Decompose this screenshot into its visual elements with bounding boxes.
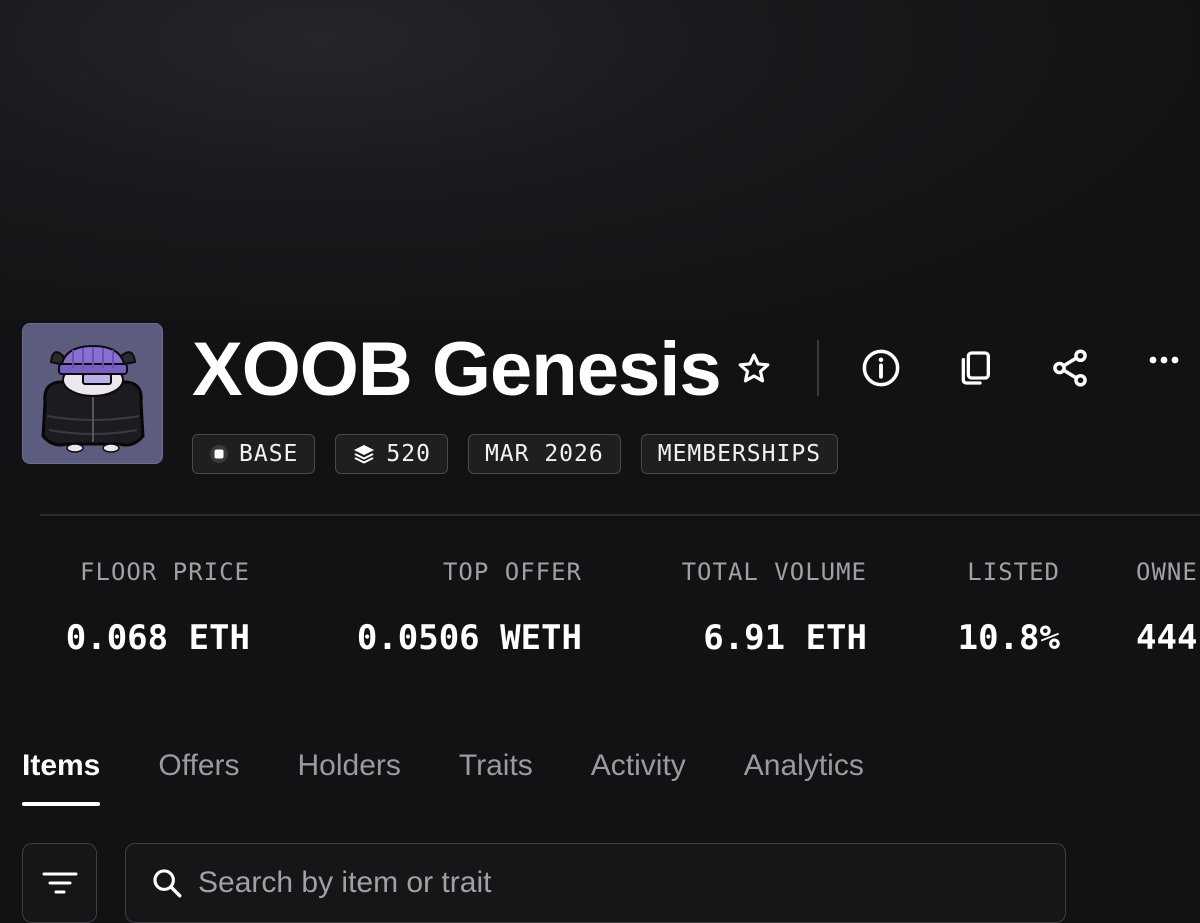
chain-icon [209,444,229,464]
share-button[interactable] [1046,344,1094,392]
stat-owners: OWNE 444 [1136,556,1198,658]
tab-offers[interactable]: Offers [158,740,239,792]
section-divider [40,514,1200,516]
items-count-chip[interactable]: 520 [335,434,448,474]
stat-value: 0.068 ETH [65,618,250,658]
more-icon [1149,356,1179,364]
search-box[interactable] [125,843,1066,923]
collection-banner [0,0,1200,320]
stat-top-offer: TOP OFFER 0.0506 WETH [357,556,582,658]
stat-label: OWNE [1136,558,1198,586]
collection-chips: BASE 520 MAR 2026 MEMBERSHIPS [192,434,839,474]
share-icon [1053,349,1087,387]
stat-value: 0.0506 WETH [356,618,582,658]
action-divider [817,340,819,396]
stat-listed: LISTED 10.8% [958,556,1060,658]
more-button[interactable] [1140,336,1188,384]
stat-total-volume: TOTAL VOLUME 6.91 ETH [682,556,867,658]
collection-title: XOOB Genesis [192,327,722,412]
stat-value: 10.8% [957,618,1060,658]
category-chip-label: MEMBERSHIPS [657,441,822,467]
copy-button[interactable] [951,344,999,392]
search-input[interactable] [198,866,1018,900]
avatar-character-image [41,344,145,453]
stat-label: TOTAL VOLUME [681,558,867,586]
date-chip[interactable]: MAR 2026 [467,434,621,474]
favorite-button[interactable] [730,345,778,393]
info-button[interactable] [857,344,905,392]
search-icon [153,869,182,898]
copy-icon [961,351,990,385]
collection-avatar[interactable] [22,323,163,464]
stat-value: 6.91 ETH [703,618,867,658]
category-chip[interactable]: MEMBERSHIPS [640,434,839,474]
date-chip-label: MAR 2026 [484,441,604,467]
stat-value: 444 [1136,618,1198,658]
filter-icon [42,872,77,894]
tab-activity[interactable]: Activity [591,740,686,792]
chain-chip-label: BASE [239,441,299,467]
tab-traits[interactable]: Traits [459,740,533,792]
collection-tabs: Items Offers Holders Traits Activity Ana… [22,740,864,806]
filter-button[interactable] [22,843,97,923]
tab-analytics[interactable]: Analytics [744,740,864,792]
stat-label: LISTED [967,558,1060,586]
stat-label: TOP OFFER [442,558,582,586]
stat-floor-price: FLOOR PRICE 0.068 ETH [66,556,250,658]
tab-holders[interactable]: Holders [298,740,401,792]
tab-items[interactable]: Items [22,740,101,806]
stat-label: FLOOR PRICE [80,558,250,586]
items-count-label: 520 [386,441,431,467]
layers-icon [352,443,376,465]
chain-chip[interactable]: BASE [192,434,316,474]
info-icon [862,349,900,387]
star-icon [738,353,770,383]
